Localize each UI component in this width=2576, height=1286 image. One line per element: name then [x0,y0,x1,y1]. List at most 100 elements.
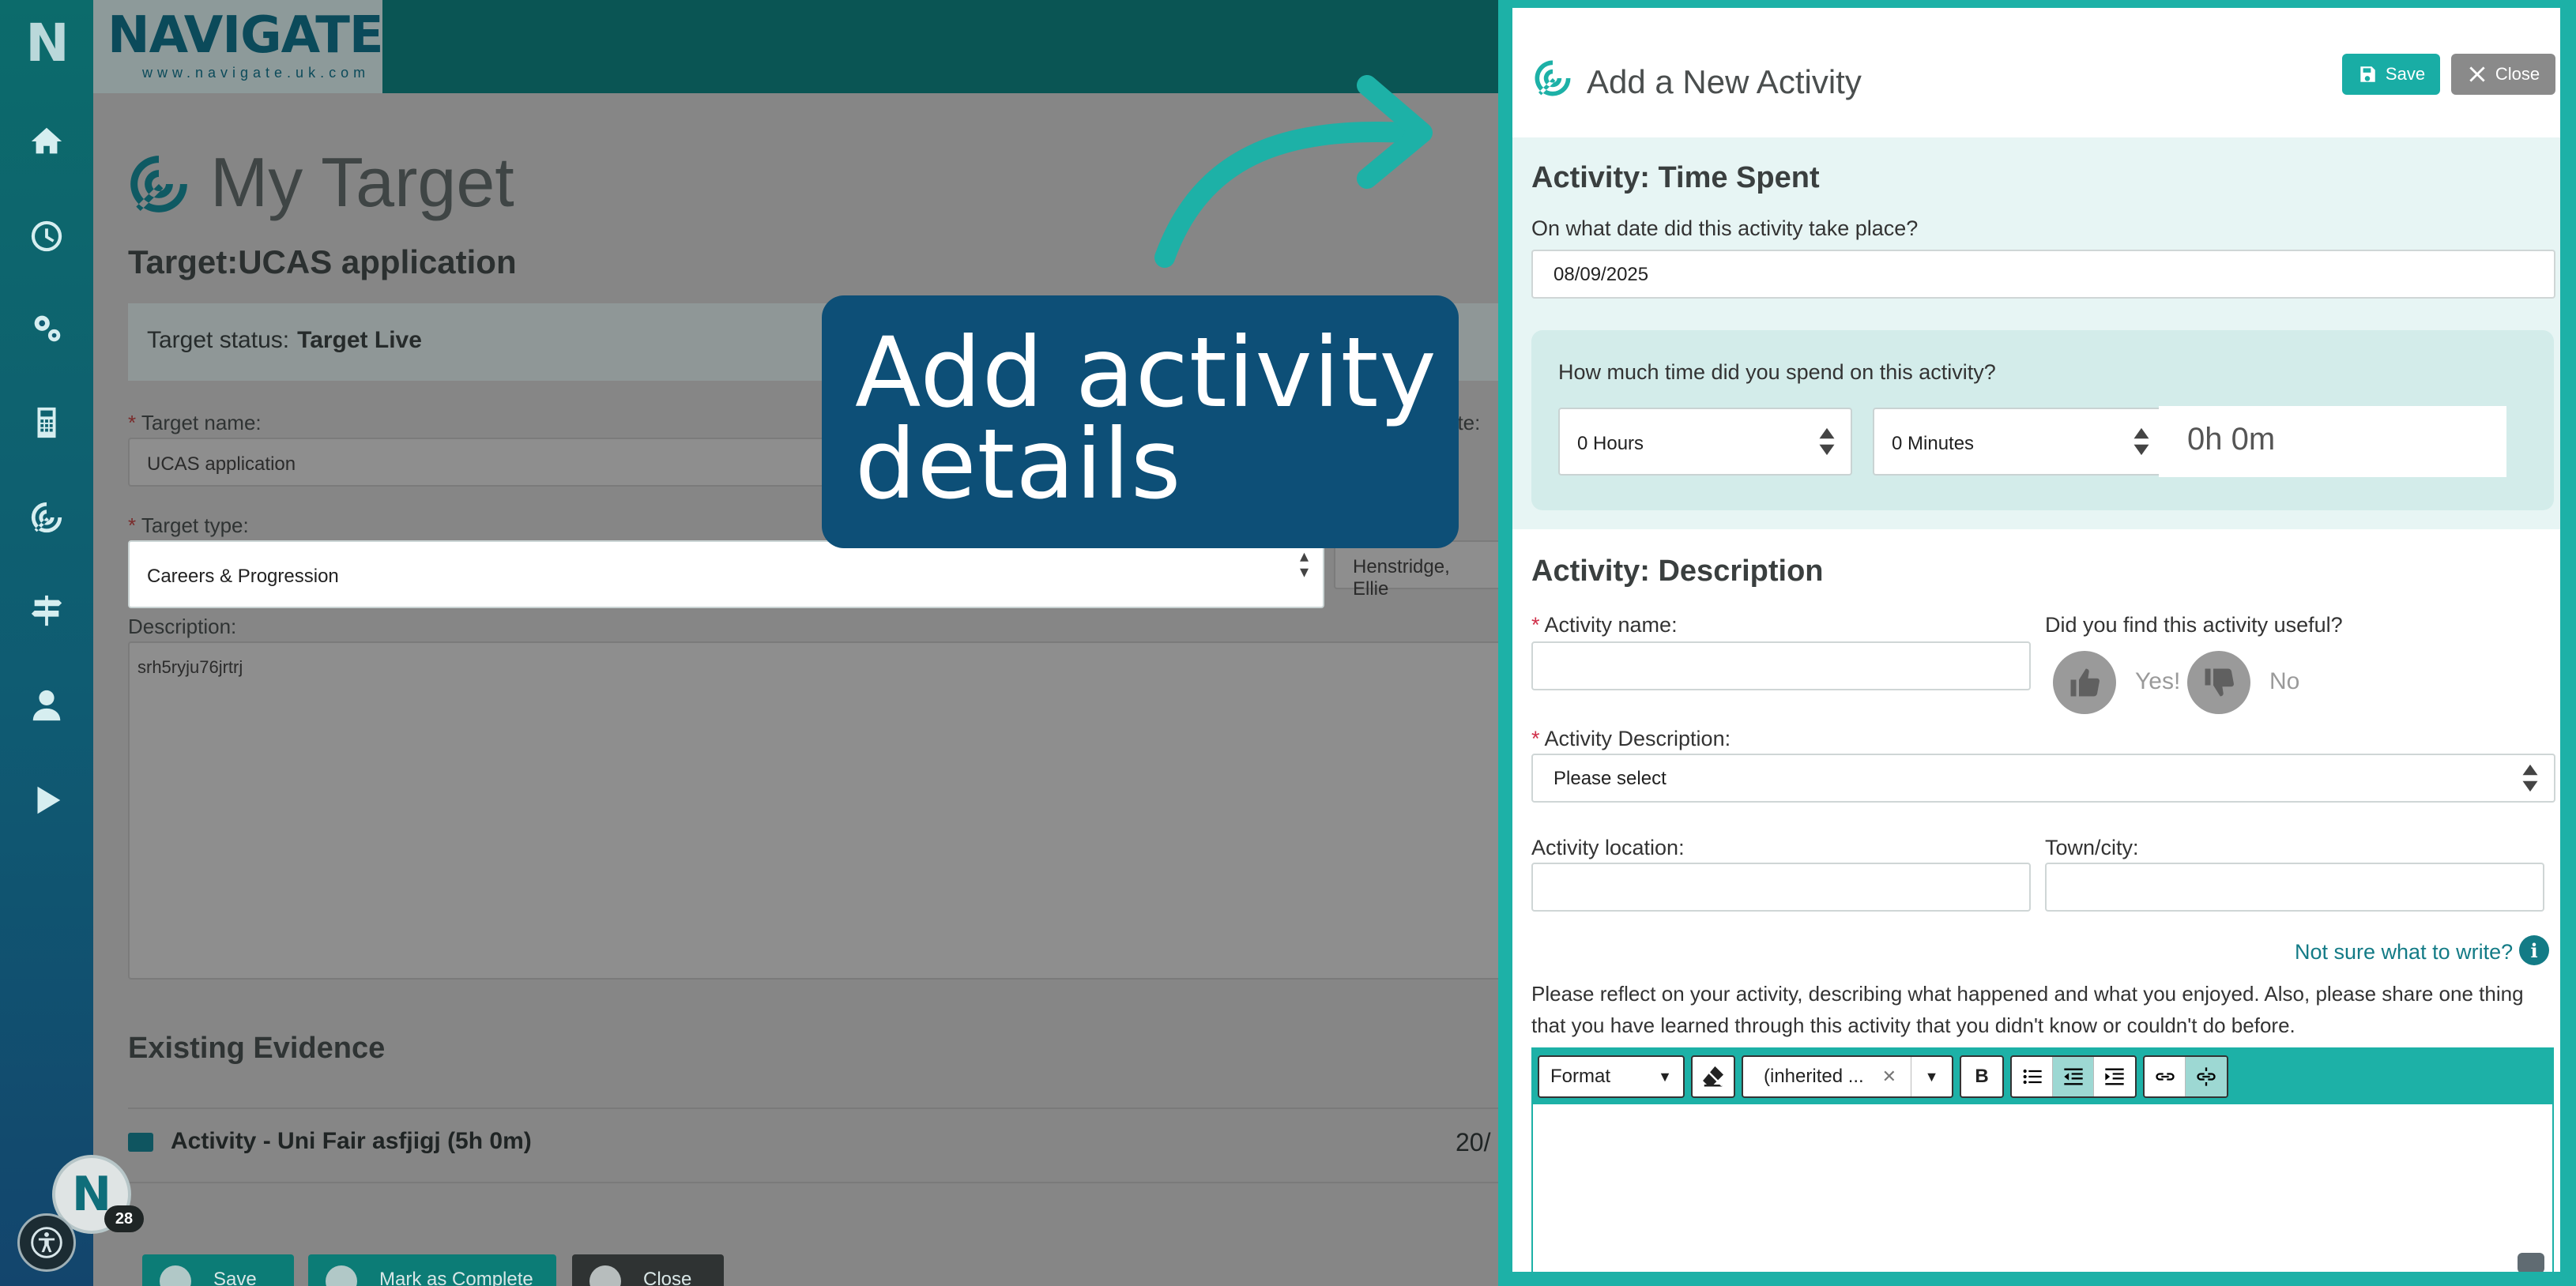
format-label: Format [1550,1066,1611,1087]
existing-evidence-heading: Existing Evidence [128,1032,386,1065]
help-link[interactable]: Not sure what to write? [2295,940,2513,964]
pointer-arrow-icon [1154,75,1433,268]
list-indent-group [2010,1055,2137,1098]
yes-label: Yes! [2135,668,2181,694]
callout-text: Add activity details [855,317,1437,521]
target-heading: Target:UCAS application [128,243,517,280]
play-icon[interactable] [25,779,68,822]
thumbs-down-button[interactable] [2187,651,2250,714]
save-button[interactable]: Save [142,1254,294,1286]
link-group [2143,1055,2228,1098]
no-label: No [2269,668,2300,694]
link-icon [2155,1073,2175,1081]
target-icon [130,156,187,212]
activity-description-select[interactable]: Please select [1531,754,2555,803]
select-chevron-icon [2522,764,2538,792]
folder-icon [128,1133,153,1153]
calculator-icon[interactable] [25,401,68,444]
clear-icon[interactable]: ✕ [1882,1066,1896,1087]
evidence-date: 20/ [1456,1128,1491,1156]
evidence-item[interactable]: Activity - Uni Fair asfjigj (5h 0m) [128,1128,532,1155]
drawer-title: Add a New Activity [1587,63,1862,100]
brand-logo: NAVIGATE www.navigate.uk.com [93,0,384,93]
bullet-list-icon [2023,1069,2042,1085]
indent-icon [2105,1068,2124,1085]
save-button[interactable]: Save [2342,54,2440,95]
minutes-select[interactable]: 0 Minutes [1873,408,2167,476]
total-time-display: 0h 0m [2159,406,2506,477]
description-field[interactable]: srh5ryju76jrtrj [128,641,1629,980]
nav-rail: N [0,0,93,1286]
time-question: How much time did you spend on this acti… [1558,360,1996,384]
insert-link-button[interactable] [2145,1057,2186,1096]
description-heading: Activity: Description [1531,555,1824,588]
bulleted-list-button[interactable] [2012,1057,2053,1096]
drawer-header: Add a New Activity Save Close [1512,8,2560,137]
thumbs-up-button[interactable] [2053,651,2116,714]
activity-location-input[interactable] [1531,863,2031,912]
outdent-button[interactable] [2053,1057,2094,1096]
time-spent-heading: Activity: Time Spent [1531,161,1820,194]
editor-body[interactable] [1533,1104,2552,1272]
brand-url: www.navigate.uk.com [142,65,371,81]
clock-icon[interactable] [25,215,68,258]
signpost-icon[interactable] [25,589,68,632]
indent-button[interactable] [2094,1057,2135,1096]
page-title: My Target [210,143,514,221]
minutes-value: 0 Minutes [1892,433,1975,454]
brand-name: NAVIGATE [107,6,384,65]
target-icon[interactable] [25,496,68,539]
mark-complete-button[interactable]: Mark as Complete [308,1254,556,1286]
thumbs-up-icon [2070,668,2100,697]
activity-name-input[interactable] [1531,641,2031,690]
home-icon[interactable] [25,120,68,163]
editor-toolbar: Format ▼ (inherited ... ✕ ▼ B [1533,1049,2552,1104]
user-icon[interactable] [25,684,68,727]
town-city-input[interactable] [2045,863,2544,912]
unlink-icon [2197,1067,2216,1086]
select-chevron-icon [2133,427,2149,456]
navigate-logo-icon[interactable]: N [24,14,71,73]
target-type-select[interactable]: Careers & Progression [128,540,1324,608]
dropdown-caret-icon[interactable]: ▼ [1911,1057,1952,1096]
select-chevron-icon [1819,427,1835,456]
info-icon[interactable]: i [2519,935,2549,965]
reflect-instructions: Please reflect on your activity, describ… [1531,982,2524,1037]
close-label: Close [2495,64,2540,84]
hours-select[interactable]: 0 Hours [1558,408,1852,476]
settings-gears-icon[interactable] [25,306,68,349]
notification-badge: 28 [104,1205,144,1232]
accessibility-button[interactable] [17,1213,76,1272]
font-family-label: (inherited ... [1764,1066,1864,1087]
dropdown-caret-icon: ▼ [1658,1068,1672,1085]
rich-text-editor: Format ▼ (inherited ... ✕ ▼ B [1531,1047,2554,1272]
bold-button[interactable]: B [1960,1055,2004,1098]
format-dropdown[interactable]: Format ▼ [1538,1055,1685,1098]
time-spent-section: Activity: Time Spent On what date did th… [1512,137,2560,529]
close-button[interactable]: Close [572,1254,724,1286]
assistant-bot-icon[interactable] [2518,1253,2544,1272]
add-activity-drawer: Add a New Activity Save Close Activity: … [1498,0,2576,1286]
clear-format-button[interactable] [1691,1055,1735,1098]
useful-question: Did you find this activity useful? [2045,613,2343,637]
activity-description-label: * Activity Description: [1531,727,1731,750]
activity-date-input[interactable]: 08/09/2025 [1531,250,2555,299]
font-family-dropdown[interactable]: (inherited ... ✕ ▼ [1742,1055,1953,1098]
activity-description-value: Please select [1554,768,1666,789]
thumbs-down-icon [2205,668,2234,697]
floppy-disk-icon [2360,66,2375,82]
save-label: Save [2385,64,2426,84]
status-label: Target status: [147,327,290,353]
accessibility-icon [31,1227,62,1258]
drawer-panel: Add a New Activity Save Close Activity: … [1512,8,2560,1272]
divider [128,1182,1629,1183]
close-icon [2469,66,2485,82]
time-spent-box: How much time did you spend on this acti… [1531,330,2554,510]
outdent-icon [2063,1068,2083,1085]
town-city-label: Town/city: [2045,836,2139,859]
hours-value: 0 Hours [1577,433,1644,454]
description-section: Activity: Description * Activity name: Di… [1512,529,2560,1272]
target-type-label: * Target type: [128,513,249,537]
close-button[interactable]: Close [2451,54,2555,95]
unlink-button[interactable] [2186,1057,2227,1096]
